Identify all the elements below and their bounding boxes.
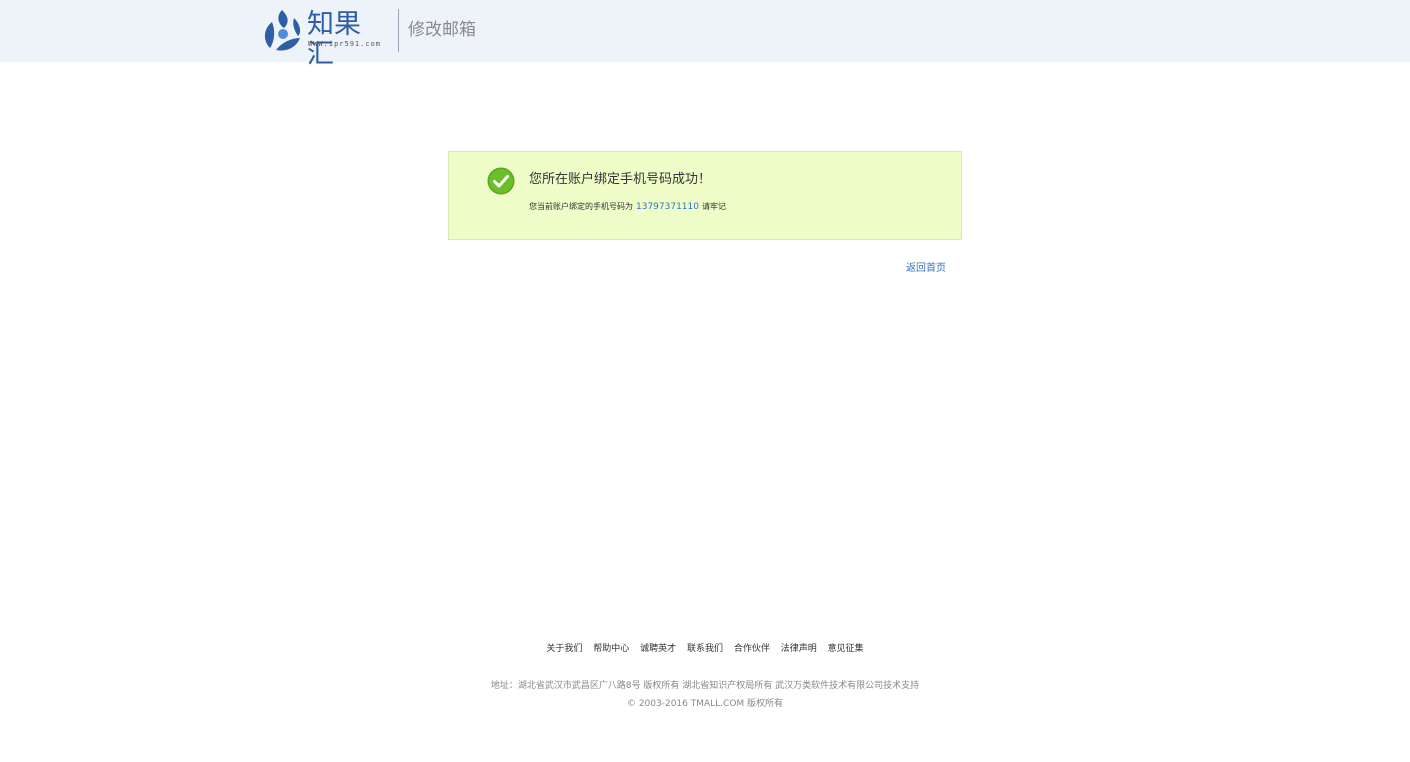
logo-mark-icon bbox=[264, 10, 301, 51]
success-notice: 您所在账户绑定手机号码成功！ 您当前账户绑定的手机号码为 13797371110 请… bbox=[448, 151, 962, 240]
footer-link-partners[interactable]: 合作伙伴 bbox=[734, 644, 770, 654]
bound-phone-number: 13797371110 bbox=[636, 202, 699, 212]
footer-links: 关于我们 帮助中心 诚聘英才 联系我们 合作伙伴 法律声明 意见征集 bbox=[0, 643, 1410, 655]
footer-copyright: © 2003-2016 TMALL.COM 版权所有 bbox=[626, 699, 784, 709]
footer-link-help[interactable]: 帮助中心 bbox=[593, 644, 629, 654]
footer-address: 地址：湖北省武汉市武昌区广八路8号 版权所有 湖北省知识产权局所有 武汉万类软件… bbox=[490, 681, 920, 691]
notice-title: 您所在账户绑定手机号码成功！ bbox=[529, 172, 712, 187]
footer-link-legal[interactable]: 法律声明 bbox=[781, 644, 817, 654]
page-title: 修改邮箱 bbox=[408, 20, 476, 40]
notice-detail-suffix: 请牢记 bbox=[702, 202, 726, 211]
notice-detail: 您当前账户绑定的手机号码为 13797371110 请牢记 bbox=[529, 201, 726, 213]
page-header: 知果汇 WWW.ipr591.com 修改邮箱 bbox=[0, 0, 1410, 70]
site-logo[interactable]: 知果汇 WWW.ipr591.com bbox=[260, 8, 385, 70]
check-circle-icon bbox=[487, 167, 515, 195]
footer-link-contact[interactable]: 联系我们 bbox=[687, 644, 723, 654]
footer-link-careers[interactable]: 诚聘英才 bbox=[640, 644, 676, 654]
footer-link-feedback[interactable]: 意见征集 bbox=[828, 644, 864, 654]
notice-detail-prefix: 您当前账户绑定的手机号码为 bbox=[529, 202, 633, 211]
back-home-link[interactable]: 返回首页 bbox=[906, 262, 946, 276]
header-divider bbox=[398, 9, 399, 52]
footer-link-about[interactable]: 关于我们 bbox=[546, 644, 582, 654]
logo-url: WWW.ipr591.com bbox=[308, 40, 382, 48]
